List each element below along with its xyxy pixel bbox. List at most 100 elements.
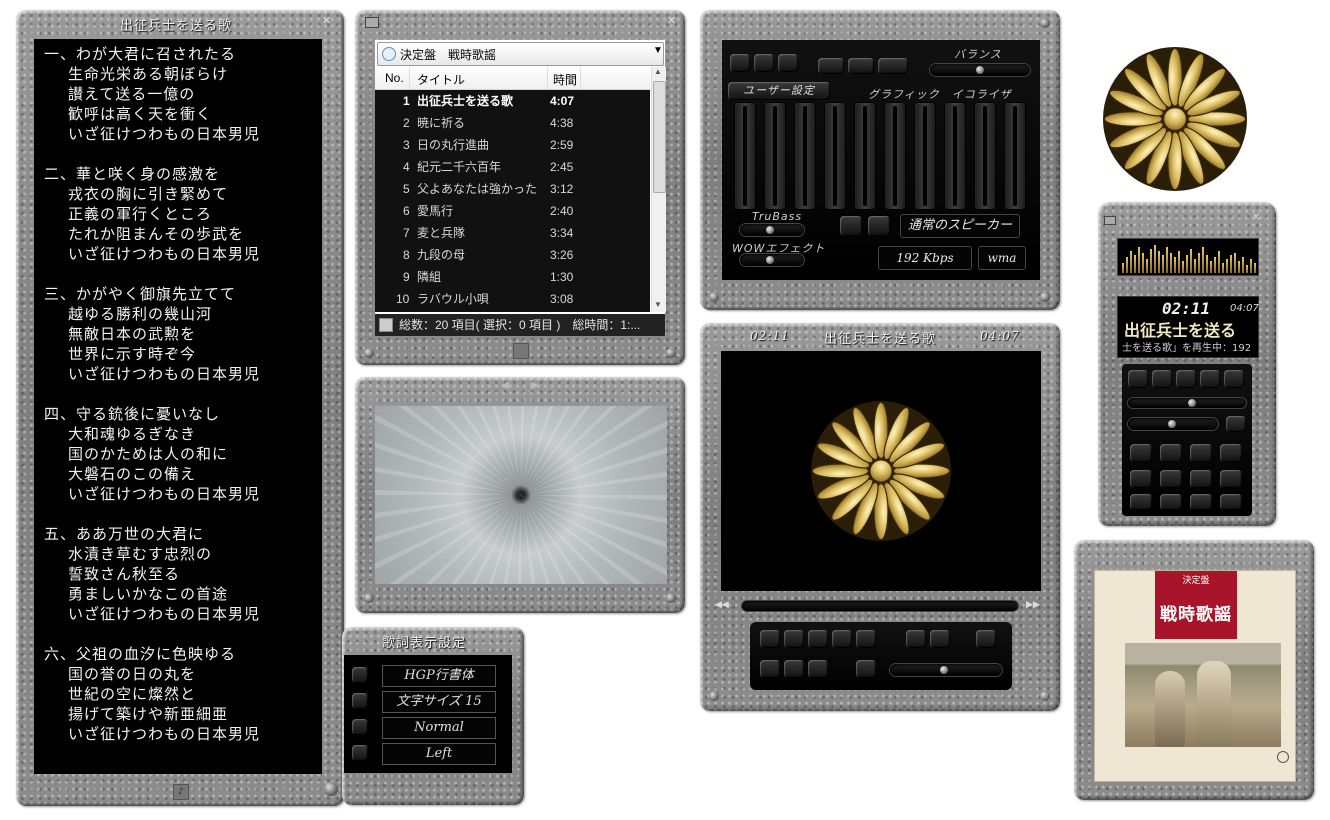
repeat-button[interactable] bbox=[906, 630, 926, 648]
close-icon[interactable]: ✕ bbox=[667, 14, 676, 27]
playlist-button[interactable] bbox=[760, 660, 780, 678]
eq-menu-button[interactable] bbox=[754, 54, 774, 72]
size-button[interactable] bbox=[352, 693, 368, 709]
open-button[interactable] bbox=[1130, 444, 1152, 462]
table-row[interactable]: 9 隣組 1:30 bbox=[375, 266, 650, 288]
settings-button[interactable] bbox=[1160, 494, 1182, 510]
menu-icon[interactable] bbox=[365, 17, 379, 28]
column-header-no[interactable]: No. bbox=[385, 71, 404, 85]
table-row[interactable]: 8 九段の母 3:26 bbox=[375, 244, 650, 266]
save-button[interactable] bbox=[1130, 494, 1152, 510]
table-row[interactable]: 3 日の丸行進曲 2:59 bbox=[375, 134, 650, 156]
eq-band-slider[interactable] bbox=[854, 102, 876, 210]
visual-button[interactable] bbox=[808, 660, 828, 678]
mini-volume-slider[interactable] bbox=[1128, 418, 1218, 430]
seek-rewind-icon[interactable]: ◀◀ bbox=[715, 600, 729, 610]
skin-button[interactable] bbox=[1190, 494, 1212, 510]
align-setting[interactable]: Left bbox=[382, 743, 496, 765]
mini-elapsed: 02:11 bbox=[1162, 299, 1211, 318]
table-row[interactable]: 1 出征兵士を送る歌 4:07 bbox=[375, 90, 650, 112]
lyrics-button[interactable] bbox=[1190, 470, 1212, 488]
seek-forward-icon[interactable]: ▶▶ bbox=[1026, 600, 1040, 610]
preset-button[interactable]: ユーザー設定 bbox=[728, 82, 830, 100]
visual-button[interactable] bbox=[1220, 470, 1242, 488]
seek-bar[interactable] bbox=[742, 601, 1018, 611]
table-row[interactable]: 5 父よあなたは強かった 3:12 bbox=[375, 178, 650, 200]
style-setting[interactable]: Normal bbox=[382, 717, 496, 739]
pause-button[interactable] bbox=[784, 630, 804, 648]
eq-button[interactable] bbox=[1160, 470, 1182, 488]
style-button[interactable] bbox=[352, 719, 368, 735]
eq-band-slider[interactable] bbox=[764, 102, 786, 210]
trubass-slider[interactable] bbox=[740, 224, 804, 236]
table-row[interactable]: 4 紀元二千六百年 2:45 bbox=[375, 156, 650, 178]
spectrum-bar bbox=[1158, 251, 1160, 273]
shuffle-button[interactable] bbox=[1220, 444, 1242, 462]
close-icon[interactable]: ✕ bbox=[1252, 212, 1260, 223]
next-button[interactable] bbox=[1224, 370, 1244, 388]
scrollbar-thumb[interactable] bbox=[653, 81, 666, 193]
scrollbar[interactable]: ▲ ▼ bbox=[651, 67, 666, 312]
size-setting[interactable]: 文字サイズ 15 bbox=[382, 691, 496, 713]
table-row[interactable]: 7 麦と兵隊 3:34 bbox=[375, 222, 650, 244]
resize-grip-icon[interactable] bbox=[324, 782, 338, 796]
wow-slider[interactable] bbox=[740, 254, 804, 266]
prev-button[interactable] bbox=[1200, 370, 1220, 388]
video-display[interactable] bbox=[721, 351, 1041, 591]
next-button[interactable] bbox=[856, 630, 876, 648]
eq-preset-2-button[interactable] bbox=[848, 58, 874, 74]
chevron-down-icon[interactable]: ▼ bbox=[653, 45, 663, 56]
font-setting[interactable]: HGP行書体 bbox=[382, 665, 496, 687]
shuffle-button[interactable] bbox=[930, 630, 950, 648]
eq-band-slider[interactable] bbox=[1004, 102, 1026, 210]
playlist-button[interactable] bbox=[1130, 470, 1152, 488]
eq-bars-button[interactable] bbox=[778, 54, 798, 72]
settings-icon[interactable]: ♪ bbox=[173, 784, 189, 800]
balance-slider[interactable] bbox=[930, 64, 1030, 76]
eq-preset-1-button[interactable] bbox=[818, 58, 844, 74]
close-icon[interactable]: ✕ bbox=[322, 14, 331, 27]
eq-preset-3-button[interactable] bbox=[878, 58, 908, 74]
speaker-select[interactable]: 通常のスピーカー bbox=[900, 214, 1020, 238]
next-visual-icon[interactable]: ▶ bbox=[531, 380, 539, 391]
eq-band-slider[interactable] bbox=[974, 102, 996, 210]
eq-band-slider[interactable] bbox=[794, 102, 816, 210]
eject-button[interactable] bbox=[976, 630, 996, 648]
prev-visual-icon[interactable]: ◀ bbox=[501, 380, 509, 391]
mute-button[interactable] bbox=[856, 660, 876, 678]
menu-icon[interactable] bbox=[1104, 216, 1116, 225]
mute-button[interactable] bbox=[1226, 416, 1246, 432]
eq-band-slider[interactable] bbox=[944, 102, 966, 210]
table-row[interactable]: 10 ラバウル小唄 3:08 bbox=[375, 288, 650, 310]
info-button[interactable] bbox=[1220, 494, 1242, 510]
settings-icon[interactable] bbox=[513, 343, 529, 359]
speaker-settings-button[interactable] bbox=[840, 216, 862, 236]
table-row[interactable]: 2 暁に祈る 4:38 bbox=[375, 112, 650, 134]
stop-button[interactable] bbox=[808, 630, 828, 648]
mini-seek-slider[interactable] bbox=[1128, 398, 1246, 408]
play-button[interactable] bbox=[1128, 370, 1148, 388]
align-button[interactable] bbox=[352, 745, 368, 761]
volume-slider[interactable] bbox=[890, 664, 1002, 676]
column-header-title[interactable]: タイトル bbox=[417, 71, 465, 88]
list-icon[interactable] bbox=[379, 318, 393, 332]
column-header-time[interactable]: 時間 bbox=[553, 71, 577, 88]
eq-band-slider[interactable] bbox=[824, 102, 846, 210]
eq-band-slider[interactable] bbox=[914, 102, 936, 210]
playlist-select[interactable]: 決定盤 戦時歌謡 ▼ bbox=[377, 42, 664, 66]
pause-button[interactable] bbox=[1152, 370, 1172, 388]
lyric-line: いざ征けつわもの日本男児 bbox=[68, 485, 261, 503]
prev-button[interactable] bbox=[832, 630, 852, 648]
play-button[interactable] bbox=[760, 630, 780, 648]
stop-button[interactable] bbox=[1176, 370, 1196, 388]
eq-toggle-button[interactable] bbox=[730, 54, 750, 72]
repeat-button[interactable] bbox=[1160, 444, 1182, 462]
eq-band-slider[interactable] bbox=[884, 102, 906, 210]
visualization-display[interactable] bbox=[375, 406, 667, 584]
eq-button[interactable] bbox=[784, 660, 804, 678]
speaker-icon-button[interactable] bbox=[868, 216, 890, 236]
eq-band-slider[interactable] bbox=[734, 102, 756, 210]
sort-button[interactable] bbox=[1190, 444, 1212, 462]
font-button[interactable] bbox=[352, 667, 368, 683]
table-row[interactable]: 6 愛馬行 2:40 bbox=[375, 200, 650, 222]
